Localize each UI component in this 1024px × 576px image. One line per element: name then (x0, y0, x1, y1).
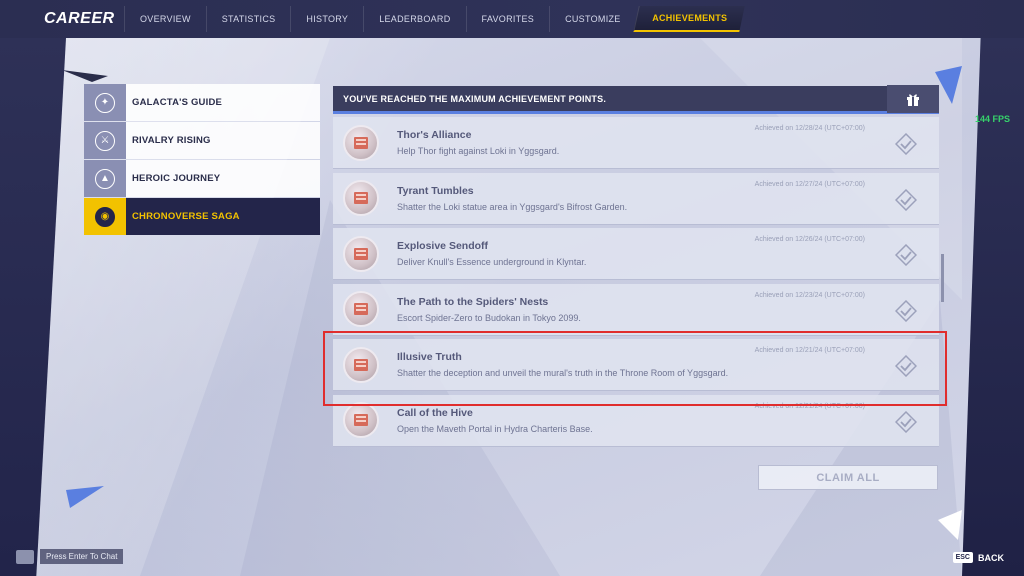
achievement-text: Thor's Alliance Help Thor fight against … (397, 129, 939, 156)
achievement-row[interactable]: The Path to the Spiders' Nests Escort Sp… (333, 283, 939, 336)
heroic-journey-icon: ▲ (95, 168, 115, 189)
scrollbar[interactable] (941, 254, 944, 302)
achievement-date: Achieved on 12/23/24 (UTC+07:00) (754, 291, 865, 299)
saga-label: RIVALRY RISING (132, 135, 211, 146)
page-title: CAREER (44, 10, 115, 27)
saga-icon-box: ⚔ (84, 122, 126, 159)
achievement-desc: Escort Spider-Zero to Budokan in Tokyo 2… (397, 312, 581, 323)
achievement-row[interactable]: Explosive Sendoff Deliver Knull's Essenc… (333, 228, 939, 280)
saga-item-galactas-guide[interactable]: ✦ GALACTA'S GUIDE (84, 84, 320, 121)
achievement-medal-icon (343, 124, 379, 161)
gift-button[interactable] (887, 84, 939, 113)
achievement-text: Call of the Hive Open the Maveth Portal … (397, 407, 939, 434)
claim-all-button[interactable]: CLAIM ALL (758, 465, 938, 490)
check-diamond-icon (895, 133, 917, 155)
achievement-desc: Open the Maveth Portal in Hydra Charteri… (397, 423, 593, 434)
achievement-medal-icon (343, 346, 379, 383)
achievement-date: Achieved on 12/27/24 (UTC+07:00) (754, 180, 865, 188)
achievement-row[interactable]: Thor's Alliance Help Thor fight against … (333, 117, 939, 169)
achievement-desc: Deliver Knull's Essence underground in K… (397, 257, 587, 267)
achievement-medal-icon (343, 291, 379, 327)
achievement-medal-icon (343, 402, 379, 438)
achievement-medal-icon (343, 180, 379, 216)
check-diamond-icon (895, 244, 917, 266)
tab-leaderboard[interactable]: LEADERBOARD (363, 6, 465, 32)
achievement-date: Achieved on 12/21/24 (UTC+07:00) (754, 402, 865, 410)
achievement-row[interactable]: Call of the Hive Open the Maveth Portal … (333, 394, 939, 447)
esc-key-badge: ESC (952, 552, 973, 563)
saga-label: HEROIC JOURNEY (132, 173, 221, 184)
achievement-text: Tyrant Tumbles Shatter the Loki statue a… (397, 185, 939, 212)
panel-header-text: YOU'VE REACHED THE MAXIMUM ACHIEVEMENT P… (343, 93, 607, 104)
achievement-date: Achieved on 12/26/24 (UTC+07:00) (754, 236, 865, 243)
achievement-date: Achieved on 12/21/24 (UTC+07:00) (754, 347, 865, 354)
saga-item-chronoverse-saga[interactable]: ◉ CHRONOVERSE SAGA (84, 198, 320, 235)
rivalry-icon: ⚔ (95, 130, 115, 151)
achievement-desc: Shatter the Loki statue area in Yggsgard… (397, 201, 628, 212)
back-label: BACK (978, 552, 1004, 563)
saga-list: ✦ GALACTA'S GUIDE ⚔ RIVALRY RISING ▲ HER… (84, 84, 320, 236)
check-diamond-icon (895, 355, 917, 377)
saga-label: GALACTA'S GUIDE (132, 97, 223, 108)
tab-statistics[interactable]: STATISTICS (205, 6, 291, 32)
achievement-row[interactable]: Tyrant Tumbles Shatter the Loki statue a… (333, 172, 939, 225)
achievements-panel: YOU'VE REACHED THE MAXIMUM ACHIEVEMENT P… (333, 84, 944, 451)
tab-history[interactable]: HISTORY (290, 6, 363, 32)
saga-icon-box: ▲ (84, 160, 126, 197)
panel-header: YOU'VE REACHED THE MAXIMUM ACHIEVEMENT P… (333, 84, 939, 114)
achievement-desc: Help Thor fight against Loki in Yggsgard… (397, 146, 560, 156)
achievement-medal-icon (343, 235, 379, 272)
saga-item-heroic-journey[interactable]: ▲ HEROIC JOURNEY (84, 160, 320, 197)
saga-icon-box: ✦ (84, 84, 126, 121)
achievement-text: The Path to the Spiders' Nests Escort Sp… (397, 296, 939, 323)
achievement-row[interactable]: Illusive Truth Shatter the deception and… (333, 339, 939, 391)
saga-label: CHRONOVERSE SAGA (132, 211, 240, 222)
tab-favorites[interactable]: FAVORITES (465, 6, 550, 32)
tab-customize[interactable]: CUSTOMIZE (549, 6, 636, 32)
check-diamond-icon (895, 299, 917, 322)
tab-bar: OVERVIEW STATISTICS HISTORY LEADERBOARD … (124, 0, 745, 38)
chronoverse-icon: ◉ (95, 206, 115, 227)
achievement-desc: Shatter the deception and unveil the mur… (397, 368, 729, 378)
galacta-icon: ✦ (95, 92, 115, 113)
achievement-text: Illusive Truth Shatter the deception and… (397, 351, 939, 378)
chat-prompt[interactable]: Press Enter To Chat (16, 549, 124, 564)
tab-achievements[interactable]: ACHIEVEMENTS (632, 6, 745, 32)
achievement-list[interactable]: Thor's Alliance Help Thor fight against … (333, 117, 939, 451)
check-diamond-icon (895, 410, 917, 433)
gift-icon (907, 93, 919, 106)
saga-icon-box: ◉ (84, 198, 126, 235)
chat-label: Press Enter To Chat (40, 549, 124, 564)
fps-counter: 144 FPS (974, 114, 1010, 124)
back-button[interactable]: ESC BACK (952, 552, 1004, 563)
check-diamond-icon (895, 188, 917, 211)
achievement-date: Achieved on 12/28/24 (UTC+07:00) (754, 125, 865, 132)
saga-item-rivalry-rising[interactable]: ⚔ RIVALRY RISING (84, 122, 320, 159)
achievement-text: Explosive Sendoff Deliver Knull's Essenc… (397, 240, 939, 267)
top-bar: CAREER OVERVIEW STATISTICS HISTORY LEADE… (0, 0, 1024, 38)
tab-overview[interactable]: OVERVIEW (124, 6, 206, 32)
chat-icon (16, 549, 34, 564)
